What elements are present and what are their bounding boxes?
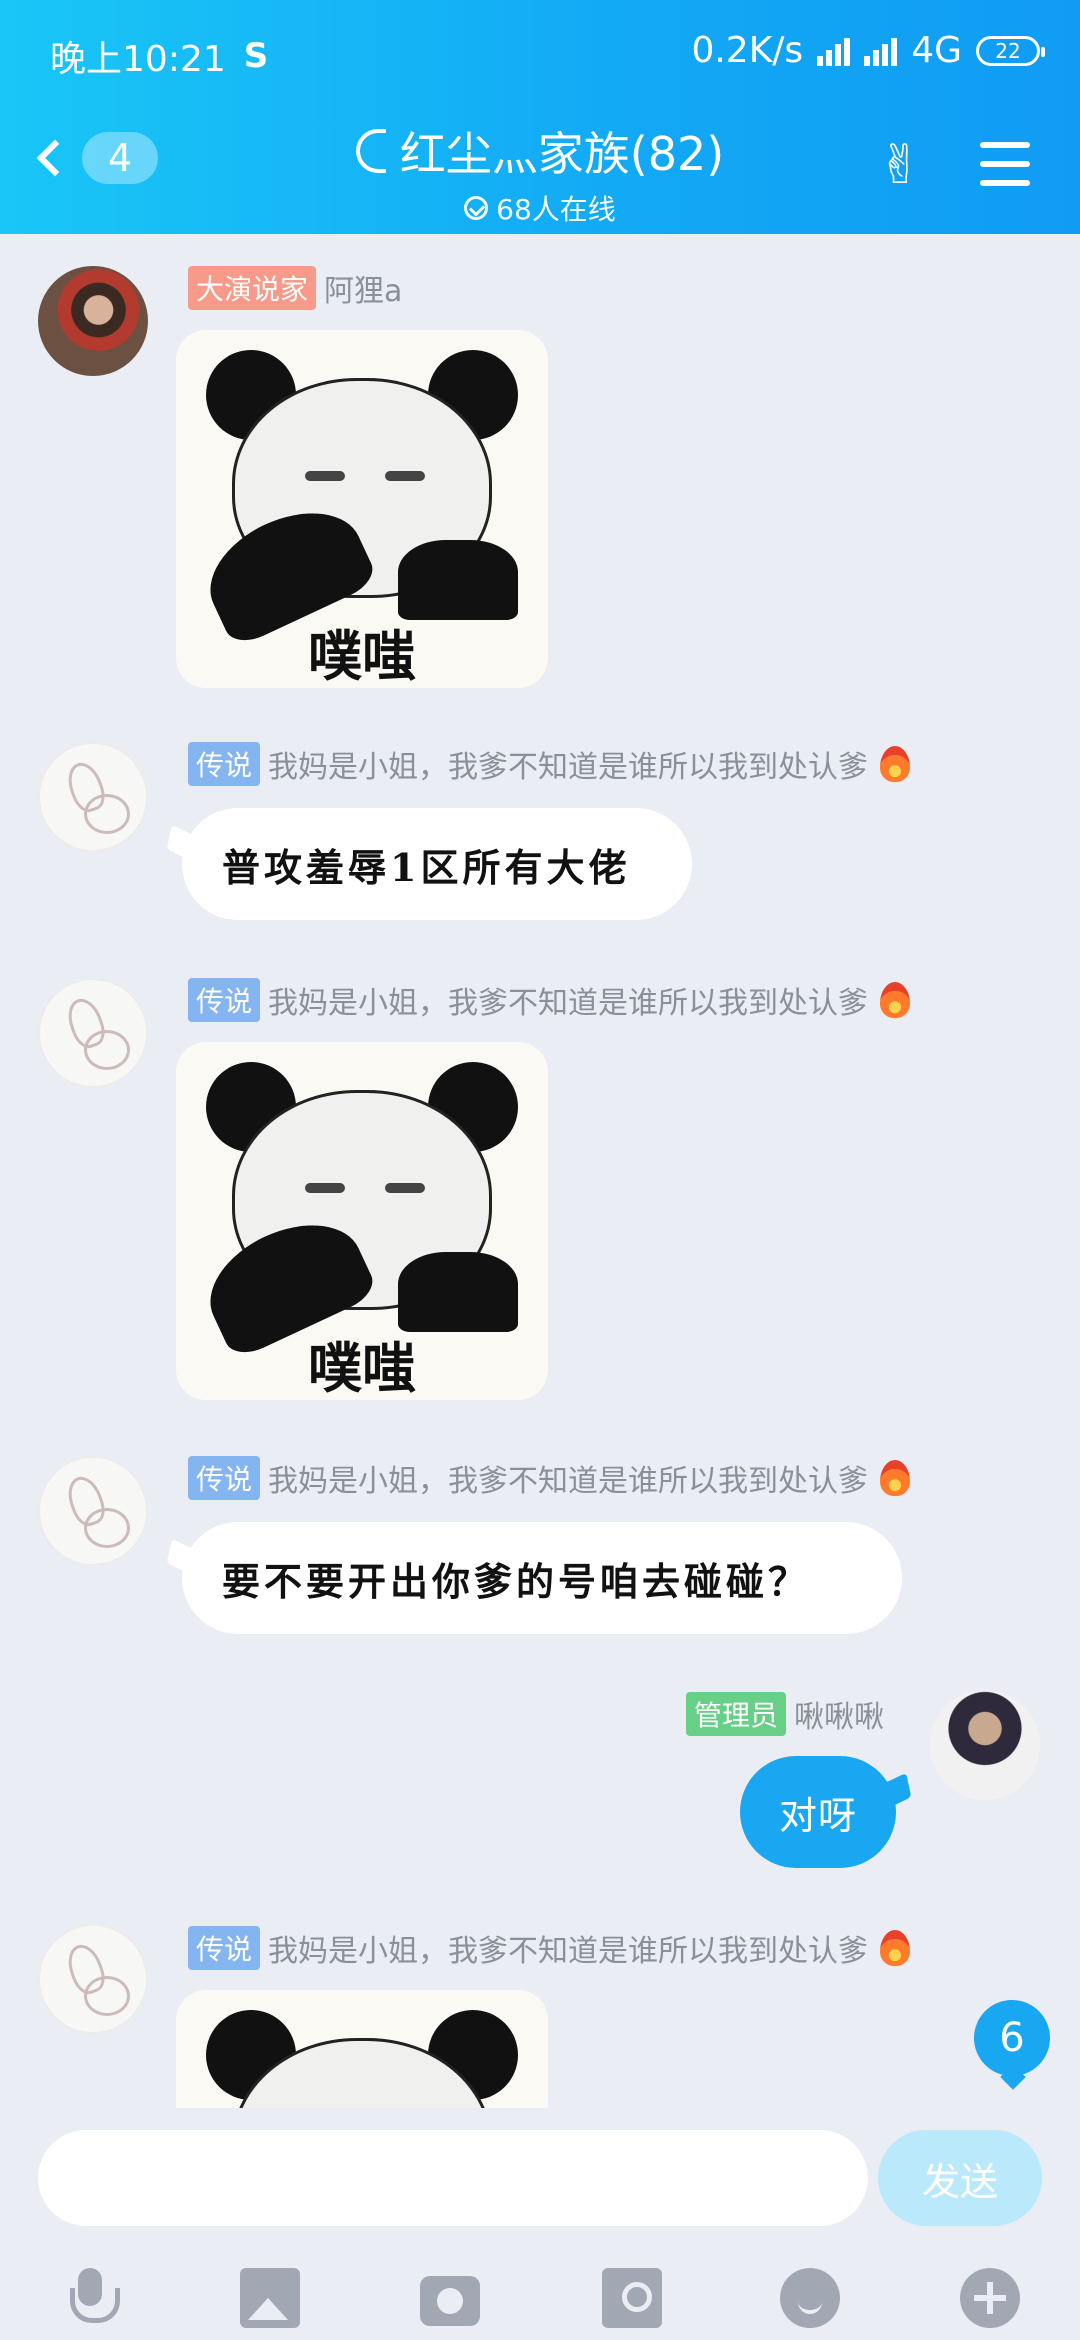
sticker-image[interactable] xyxy=(176,1990,548,2108)
red-packet-icon[interactable] xyxy=(602,2268,662,2328)
page-title: 红尘灬家族(82) xyxy=(399,127,725,181)
sender-tag: 传说 xyxy=(188,1456,261,1500)
network-speed: 0.2K/s xyxy=(691,30,804,71)
message-bubble[interactable]: 普攻羞辱1区所有大佬 xyxy=(182,808,692,920)
panda-meme-image xyxy=(206,2010,518,2108)
sender-name[interactable]: 我妈是小姐，我爹不知道是谁所以我到处认爹 xyxy=(268,742,868,786)
sender-name[interactable]: 我妈是小姐，我爹不知道是谁所以我到处认爹 xyxy=(268,1456,868,1500)
chat-toolbar xyxy=(0,2258,1080,2338)
sender-name[interactable]: 我妈是小姐，我爹不知道是谁所以我到处认爹 xyxy=(268,978,868,1022)
fire-icon xyxy=(880,1460,911,1496)
fire-icon xyxy=(880,1930,911,1966)
signal-icon xyxy=(817,36,851,66)
sender-name[interactable]: 我妈是小姐，我爹不知道是谁所以我到处认爹 xyxy=(268,1926,868,1970)
sender-tag: 传说 xyxy=(188,1926,261,1970)
image-icon[interactable] xyxy=(240,2268,300,2328)
panda-meme-image xyxy=(192,1062,518,1362)
check-circle-icon xyxy=(464,196,489,220)
status-time: 晚上10:21 xyxy=(50,39,226,80)
sender-name[interactable]: 啾啾啾 xyxy=(794,1692,884,1736)
sticker-image[interactable]: 噗嗤 xyxy=(176,1042,548,1400)
mic-icon[interactable] xyxy=(60,2268,120,2328)
unread-badge[interactable]: 6 xyxy=(974,2000,1050,2076)
avatar[interactable] xyxy=(930,1690,1040,1800)
avatar[interactable] xyxy=(38,266,148,376)
app-header: 晚上10:21 S 0.2K/s 4G 22 4 红尘灬家族(82) 68人在线… xyxy=(0,0,1080,234)
fire-icon xyxy=(880,982,911,1018)
sticker-image[interactable]: 噗嗤 xyxy=(176,330,548,688)
sender-tag: 传说 xyxy=(188,742,261,786)
panda-meme-image xyxy=(192,350,518,650)
sender-name[interactable]: 阿狸a xyxy=(324,266,402,310)
online-count: 68人在线 xyxy=(496,193,616,226)
avatar[interactable] xyxy=(38,1924,148,2034)
sticker-caption: 噗嗤 xyxy=(308,625,416,688)
status-bar: 晚上10:21 S 0.2K/s 4G 22 xyxy=(50,30,1045,80)
sticker-caption: 噗嗤 xyxy=(308,1337,416,1400)
sender-tag: 大演说家 xyxy=(188,266,317,310)
input-bar: 发送 xyxy=(0,2108,1080,2340)
send-button[interactable]: 发送 xyxy=(878,2130,1042,2226)
message-bubble[interactable]: 要不要开出你爹的号咱去碰碰？ xyxy=(182,1522,902,1634)
message-bubble[interactable]: 对呀 xyxy=(740,1756,896,1868)
camera-icon[interactable] xyxy=(420,2276,480,2326)
plus-icon[interactable] xyxy=(960,2268,1020,2328)
sender-tag: 管理员 xyxy=(685,1692,786,1736)
avatar[interactable] xyxy=(38,1456,148,1566)
network-type: 4G xyxy=(911,30,962,71)
sender-tag: 传说 xyxy=(188,978,261,1022)
avatar[interactable] xyxy=(38,742,148,852)
emoji-icon[interactable] xyxy=(780,2268,840,2328)
gesture-hand-icon[interactable]: ✌ xyxy=(870,135,930,195)
avatar[interactable] xyxy=(38,978,148,1088)
signal-hd-icon xyxy=(864,36,898,66)
fire-icon xyxy=(880,746,911,782)
battery-icon: 22 xyxy=(976,35,1045,66)
sogou-icon: S xyxy=(243,36,269,76)
message-input[interactable] xyxy=(38,2130,868,2226)
ear-icon xyxy=(355,129,386,173)
menu-icon[interactable] xyxy=(980,142,1030,186)
